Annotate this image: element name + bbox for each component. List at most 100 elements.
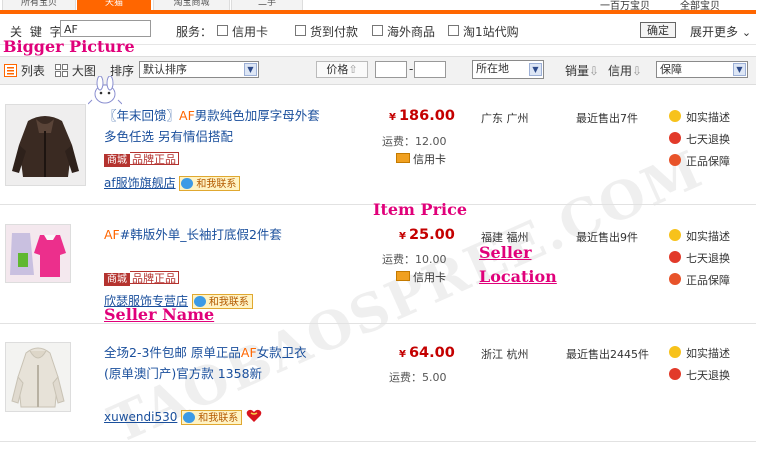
item-badges: 商城 品牌正品 bbox=[104, 271, 179, 286]
genuine-badge: 品牌正品 bbox=[130, 152, 179, 166]
shirt-image bbox=[6, 225, 70, 282]
annotation-item-price: Item Price bbox=[373, 200, 468, 219]
sort-down-icon: ⇩ bbox=[589, 64, 600, 78]
item-title[interactable]: AF#韩版外单_长袖打底假2件套 bbox=[104, 224, 282, 245]
item-title-line2[interactable]: 多色任选 另有情侣搭配 bbox=[104, 126, 233, 147]
price-sort-label: 价格 bbox=[326, 63, 349, 76]
recent-sales: 最近售出7件 bbox=[576, 112, 638, 125]
sort-down-icon: ⇩ bbox=[632, 64, 643, 78]
row-divider bbox=[0, 441, 756, 442]
item-price: ¥64.00 bbox=[399, 345, 455, 361]
cod-checkbox[interactable] bbox=[295, 25, 306, 36]
sales-sort-button[interactable]: 销量⇩ bbox=[565, 62, 599, 79]
genuine-icon bbox=[669, 273, 681, 285]
shipping-fee: 运费：12.00 bbox=[382, 135, 447, 148]
select-arrow-icon: ▼ bbox=[244, 63, 257, 76]
location-select-value: 所在地 bbox=[476, 62, 509, 75]
shipping-fee: 运费：5.00 bbox=[389, 371, 447, 384]
credit-card-icon bbox=[396, 153, 410, 163]
contact-button[interactable]: 和我联系 bbox=[181, 410, 243, 425]
item-badges: 商城 品牌正品 bbox=[104, 152, 179, 167]
sort-select[interactable]: 默认排序 ▼ bbox=[139, 61, 259, 78]
credit-card-icon bbox=[396, 271, 410, 281]
price-max-input[interactable] bbox=[414, 61, 446, 78]
service-label: 服务： bbox=[176, 25, 213, 39]
service-described: 如实描述 bbox=[669, 228, 730, 244]
item-price: ¥25.00 bbox=[399, 227, 455, 243]
credit-card-checkbox[interactable] bbox=[217, 25, 228, 36]
mall-badge: 商城 bbox=[104, 273, 130, 286]
annotation-bigger-picture: Bigger Picture bbox=[3, 37, 135, 56]
expand-more-label: 展开更多 bbox=[690, 25, 739, 39]
credit-card-checkbox-label: 信用卡 bbox=[232, 25, 269, 39]
cod-checkbox-label: 货到付款 bbox=[310, 25, 359, 39]
seven-day-icon bbox=[669, 251, 681, 263]
heart-icon bbox=[246, 409, 262, 422]
seller-row: af服饰旗舰店 和我联系 bbox=[104, 174, 241, 191]
service-return: 七天退换 bbox=[669, 367, 730, 383]
guarantee-select-value: 保障 bbox=[660, 63, 682, 76]
keyword-input[interactable]: AF bbox=[60, 20, 151, 37]
seven-day-icon bbox=[669, 132, 681, 144]
sort-up-icon: ⇧ bbox=[348, 63, 358, 76]
thumbs-up-icon bbox=[669, 346, 681, 358]
price-sort-button[interactable]: 价格⇧ bbox=[316, 61, 368, 78]
seller-location: 浙江 杭州 bbox=[481, 348, 529, 361]
item-title[interactable]: 〖年末回馈〗AF男款纯色加厚字母外套 bbox=[104, 105, 320, 126]
shipping-fee: 运费：10.00 bbox=[382, 253, 447, 266]
select-arrow-icon: ▼ bbox=[733, 63, 746, 76]
seller-link[interactable]: xuwendi530 bbox=[104, 410, 177, 424]
seller-location: 广东 广州 bbox=[481, 112, 529, 125]
seller-link[interactable]: af服饰旗舰店 bbox=[104, 176, 176, 190]
location-select[interactable]: 所在地 ▼ bbox=[472, 60, 544, 79]
recent-sales: 最近售出9件 bbox=[576, 231, 638, 244]
overseas-checkbox[interactable] bbox=[372, 25, 383, 36]
scrollbar[interactable] bbox=[756, 0, 764, 445]
seven-day-icon bbox=[669, 368, 681, 380]
annotation-seller-location-2: Location bbox=[479, 267, 557, 286]
credit-sort-button[interactable]: 信用⇩ bbox=[608, 62, 642, 79]
annotation-seller-name: Seller Name bbox=[104, 305, 215, 324]
sort-select-value: 默认排序 bbox=[143, 63, 187, 76]
item-title[interactable]: 全场2-3件包邮 原单正品AF女款卫衣 bbox=[104, 342, 307, 363]
chevron-down-icon: ⌄ bbox=[741, 26, 752, 39]
genuine-icon bbox=[669, 154, 681, 166]
credit-sort-label: 信用 bbox=[608, 64, 633, 78]
list-icon bbox=[4, 64, 17, 77]
item-thumbnail[interactable] bbox=[5, 104, 86, 186]
item-thumbnail[interactable] bbox=[5, 224, 71, 283]
service-return: 七天退换 bbox=[669, 250, 730, 266]
price-min-input[interactable] bbox=[375, 61, 407, 78]
credit-card-label: 信用卡 bbox=[413, 271, 446, 284]
expand-more-link[interactable]: 展开更多 ⌄ bbox=[690, 23, 751, 40]
proxy-checkbox[interactable] bbox=[448, 25, 459, 36]
chat-icon bbox=[183, 412, 196, 423]
guarantee-select[interactable]: 保障 ▼ bbox=[656, 61, 748, 78]
mascot-icon bbox=[88, 76, 122, 105]
currency-symbol: ¥ bbox=[399, 231, 406, 242]
jacket-image bbox=[6, 105, 85, 185]
item-title-line2[interactable]: (原单澳门产)官方款 1358新 bbox=[104, 363, 262, 384]
item-thumbnail[interactable] bbox=[5, 342, 71, 412]
list-view-button[interactable]: 列表 bbox=[4, 62, 45, 79]
service-genuine: 正品保障 bbox=[669, 153, 730, 169]
currency-symbol: ¥ bbox=[399, 349, 406, 360]
confirm-button[interactable]: 确定 bbox=[640, 22, 676, 38]
item-price: ¥186.00 bbox=[389, 108, 455, 124]
service-described: 如实描述 bbox=[669, 345, 730, 361]
annotation-seller-location-1: Seller bbox=[479, 243, 532, 262]
hoodie-image bbox=[6, 343, 70, 411]
range-separator: - bbox=[409, 62, 414, 76]
mall-badge: 商城 bbox=[104, 154, 130, 167]
grid-icon bbox=[55, 64, 68, 77]
overseas-checkbox-label: 海外商品 bbox=[387, 25, 436, 39]
recent-sales: 最近售出2445件 bbox=[566, 348, 649, 361]
service-return: 七天退换 bbox=[669, 131, 730, 147]
contact-button[interactable]: 和我联系 bbox=[179, 176, 241, 191]
thumbs-up-icon bbox=[669, 229, 681, 241]
service-described: 如实描述 bbox=[669, 109, 730, 125]
thumbs-up-icon bbox=[669, 110, 681, 122]
chat-icon bbox=[181, 178, 194, 189]
credit-card-label: 信用卡 bbox=[413, 153, 446, 166]
sales-sort-label: 销量 bbox=[565, 64, 590, 78]
